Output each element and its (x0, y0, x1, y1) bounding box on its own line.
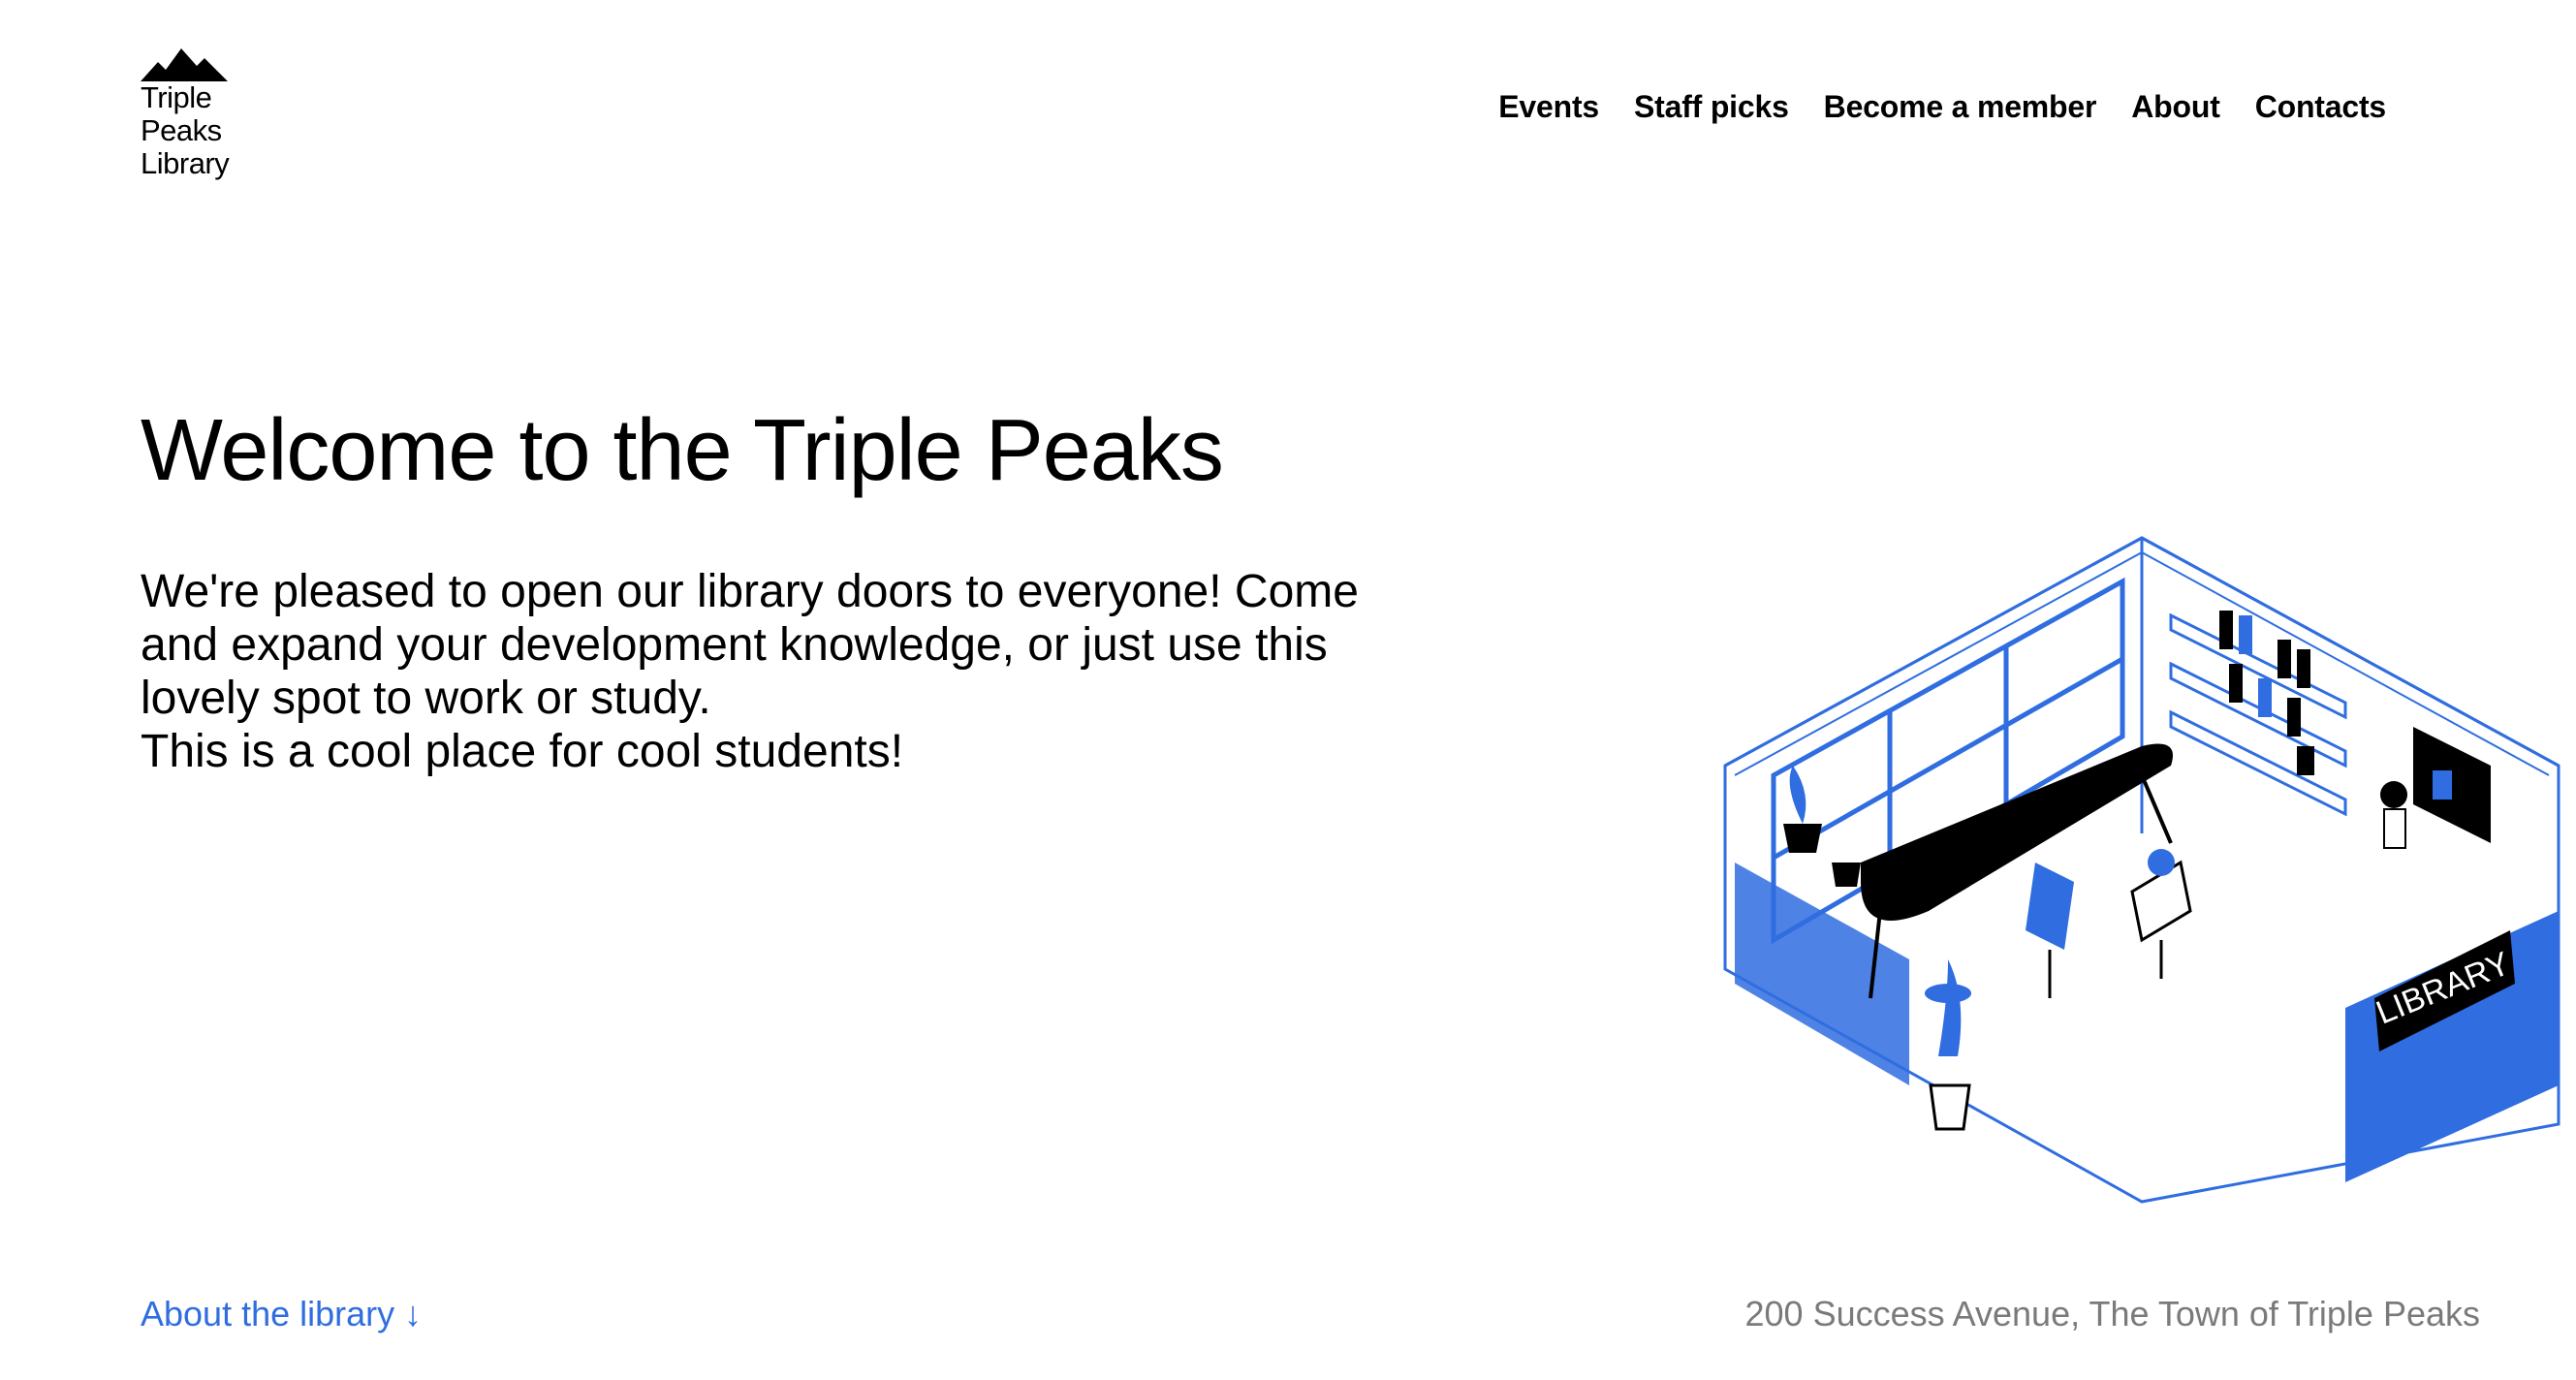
address-text: 200 Success Avenue, The Town of Triple P… (1744, 1294, 2480, 1333)
main-nav: Events Staff picks Become a member About… (1498, 89, 2386, 125)
isometric-library-illustration: LIBRARY (1723, 536, 2560, 1204)
page-title: Welcome to the Triple Peaks (141, 402, 1224, 499)
nav-item-contacts[interactable]: Contacts (2255, 89, 2387, 125)
page: Triple Peaks Library Events Staff picks … (0, 0, 2576, 1380)
nav-item-about[interactable]: About (2131, 89, 2220, 125)
about-library-link[interactable]: About the library ↓ (141, 1294, 422, 1334)
hero-description-line: and expand your development knowledge, o… (141, 619, 1328, 671)
nav-item-events[interactable]: Events (1498, 89, 1599, 125)
nav-item-become-a-member[interactable]: Become a member (1824, 89, 2097, 125)
nav-item-staff-picks[interactable]: Staff picks (1634, 89, 1789, 125)
logo-line-2: Peaks (141, 113, 222, 147)
logo-line-1: Triple (141, 80, 212, 114)
site-logo[interactable]: Triple Peaks Library (141, 48, 230, 180)
logo-text: Triple Peaks Library (141, 80, 230, 180)
hero-description-line: We're pleased to open our library doors … (141, 566, 1359, 617)
hero-description-line: lovely spot to work or study. (141, 673, 711, 724)
logo-line-3: Library (141, 146, 230, 180)
mountain-peaks-icon (141, 48, 228, 81)
hero-description: We're pleased to open our library doors … (141, 565, 1497, 778)
hero-description-line: This is a cool place for cool students! (141, 726, 904, 777)
library-room-illustration: LIBRARY (1715, 455, 2568, 1231)
